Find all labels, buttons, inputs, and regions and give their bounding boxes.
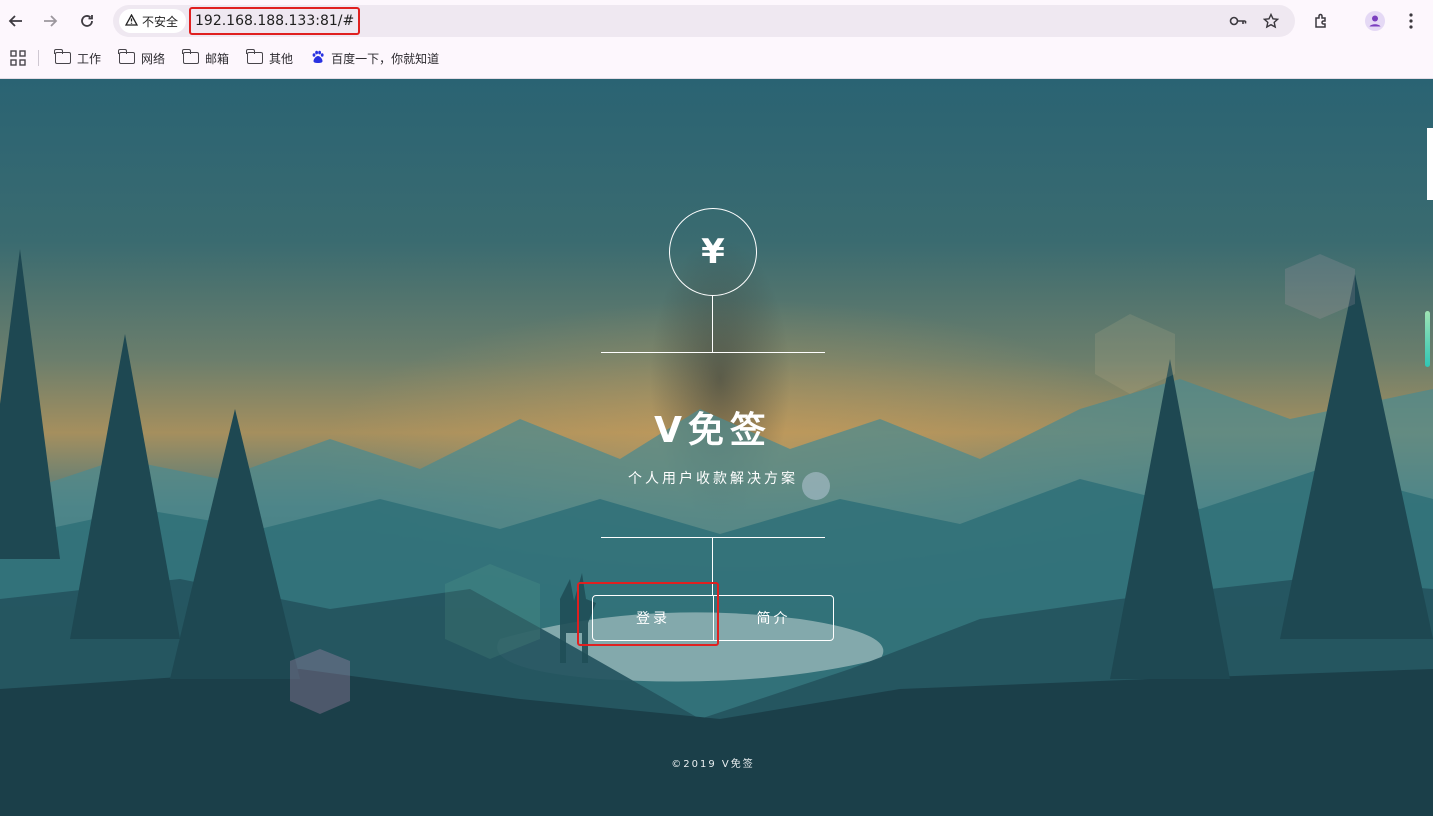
bookmark-label: 工作 — [77, 51, 102, 66]
intro-button[interactable]: 简介 — [713, 595, 834, 641]
folder-icon — [246, 49, 264, 64]
intro-label: 简介 — [756, 611, 791, 627]
reload-icon[interactable] — [75, 9, 99, 33]
warning-icon — [124, 13, 139, 29]
yuan-icon: ¥ — [701, 232, 725, 272]
bookmark-work[interactable]: 工作 — [54, 46, 102, 70]
login-highlight-box — [577, 582, 719, 646]
password-key-icon[interactable] — [1228, 11, 1248, 31]
baidu-paw-icon — [311, 50, 325, 67]
bookmark-mail[interactable]: 邮箱 — [182, 46, 230, 70]
folder-icon — [118, 49, 136, 64]
folder-icon — [54, 49, 71, 64]
page-scroll-edge — [1427, 128, 1433, 200]
back-icon[interactable] — [4, 9, 28, 33]
bookmark-network[interactable]: 网络 — [118, 46, 166, 70]
top-divider — [601, 352, 825, 353]
bookmarks-bar: 工作 网络 邮箱 其他 百度一下，你就知道 — [0, 44, 1433, 72]
profile-avatar-icon[interactable] — [1363, 9, 1387, 33]
security-label: 不安全 — [142, 14, 179, 29]
bookmarks-divider — [38, 50, 39, 66]
security-chip[interactable]: 不安全 — [119, 9, 187, 33]
site-title: V免签 — [654, 410, 772, 451]
menu-kebab-icon[interactable] — [1399, 9, 1423, 33]
bookmark-label: 邮箱 — [205, 51, 230, 66]
scroll-indicator[interactable] — [1425, 311, 1430, 367]
folder-icon — [182, 49, 200, 64]
address-bar[interactable]: 不安全 192.168.188.133:81/# — [113, 5, 1295, 37]
forward-icon[interactable] — [38, 9, 62, 33]
extensions-icon[interactable] — [1310, 9, 1334, 33]
yuan-logo-circle: ¥ — [669, 208, 757, 296]
bookmark-label: 网络 — [141, 51, 166, 66]
url-value: 192.168.188.133:81/# — [195, 13, 355, 29]
bookmark-label: 其他 — [269, 51, 294, 66]
star-icon[interactable] — [1261, 11, 1281, 31]
bottom-divider — [601, 537, 825, 538]
footer-copyright: ©2019 V免签 — [671, 759, 755, 770]
bookmark-label: 百度一下，你就知道 — [331, 51, 440, 66]
apps-grid-icon[interactable] — [10, 46, 26, 70]
browser-chrome: 不安全 192.168.188.133:81/# 工作 网络 邮箱 其他 百度一… — [0, 0, 1433, 79]
site-subtitle: 个人用户收款解决方案 — [628, 471, 798, 487]
landing-page: ¥ V免签 个人用户收款解决方案 登录 简介 ©2019 V免签 — [0, 79, 1433, 816]
bookmark-baidu[interactable]: 百度一下，你就知道 — [311, 46, 439, 70]
logo-connector-line — [712, 296, 713, 352]
bookmark-other[interactable]: 其他 — [246, 46, 294, 70]
url-text[interactable]: 192.168.188.133:81/# — [189, 7, 361, 35]
browser-toolbar: 不安全 192.168.188.133:81/# — [0, 0, 1433, 42]
